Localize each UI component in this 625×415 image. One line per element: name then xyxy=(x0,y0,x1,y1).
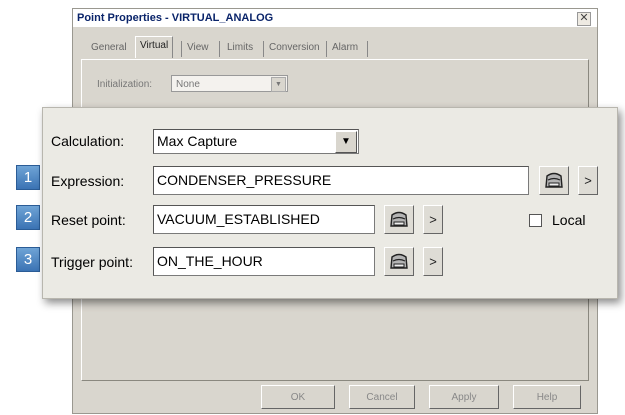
chevron-down-icon[interactable]: ▼ xyxy=(271,77,286,92)
tab-general[interactable]: General xyxy=(87,39,131,57)
calculation-select[interactable]: Max Capture ▼ xyxy=(153,129,359,154)
virtual-settings-zoom-panel: Calculation: Max Capture ▼ Expression: C… xyxy=(42,107,618,299)
trigger-point-label: Trigger point: xyxy=(51,254,133,270)
callout-badge-1: 1 xyxy=(16,165,40,190)
initialization-value: None xyxy=(176,79,200,90)
reset-point-browse-button[interactable] xyxy=(384,205,414,234)
initialization-label: Initialization: xyxy=(97,79,153,90)
trigger-point-browse-button[interactable] xyxy=(384,247,414,276)
tab-separator xyxy=(181,41,182,57)
tab-separator xyxy=(263,41,264,57)
dialog-title: Point Properties - VIRTUAL_ANALOG xyxy=(73,9,597,27)
close-button[interactable]: ✕ xyxy=(577,12,591,26)
cancel-button[interactable]: Cancel xyxy=(349,385,415,409)
apply-button[interactable]: Apply xyxy=(429,385,499,409)
trigger-point-input[interactable]: ON_THE_HOUR xyxy=(153,247,375,276)
reset-point-input[interactable]: VACUUM_ESTABLISHED xyxy=(153,205,375,234)
tab-alarm[interactable]: Alarm xyxy=(328,39,362,57)
tab-limits[interactable]: Limits xyxy=(223,39,257,57)
tab-virtual[interactable]: Virtual xyxy=(135,36,174,58)
calculation-label: Calculation: xyxy=(51,133,125,149)
callout-badge-3: 3 xyxy=(16,247,40,272)
calculation-value: Max Capture xyxy=(157,133,238,149)
reset-point-more-button[interactable]: > xyxy=(423,205,443,234)
local-label: Local xyxy=(552,212,586,228)
tag-browser-icon xyxy=(390,253,408,269)
expression-input[interactable]: CONDENSER_PRESSURE xyxy=(153,166,529,195)
ok-button[interactable]: OK xyxy=(261,385,335,409)
initialization-select[interactable]: None ▼ xyxy=(171,75,288,92)
reset-point-label: Reset point: xyxy=(51,212,126,228)
expression-browse-button[interactable] xyxy=(539,166,569,195)
chevron-down-icon[interactable]: ▼ xyxy=(335,131,357,153)
help-button[interactable]: Help xyxy=(513,385,581,409)
trigger-point-more-button[interactable]: > xyxy=(423,247,443,276)
tag-browser-icon xyxy=(390,211,408,227)
tab-view[interactable]: View xyxy=(183,39,213,57)
expression-label: Expression: xyxy=(51,173,125,189)
tab-separator xyxy=(326,41,327,57)
callout-badge-2: 2 xyxy=(16,205,40,230)
expression-more-button[interactable]: > xyxy=(578,166,598,195)
tab-separator xyxy=(367,41,368,57)
local-checkbox[interactable] xyxy=(529,214,542,227)
tag-browser-icon xyxy=(545,172,563,188)
tab-separator xyxy=(219,41,220,57)
tab-conversion[interactable]: Conversion xyxy=(265,39,324,57)
tab-strip: General Virtual View Limits Conversion A… xyxy=(81,36,589,59)
